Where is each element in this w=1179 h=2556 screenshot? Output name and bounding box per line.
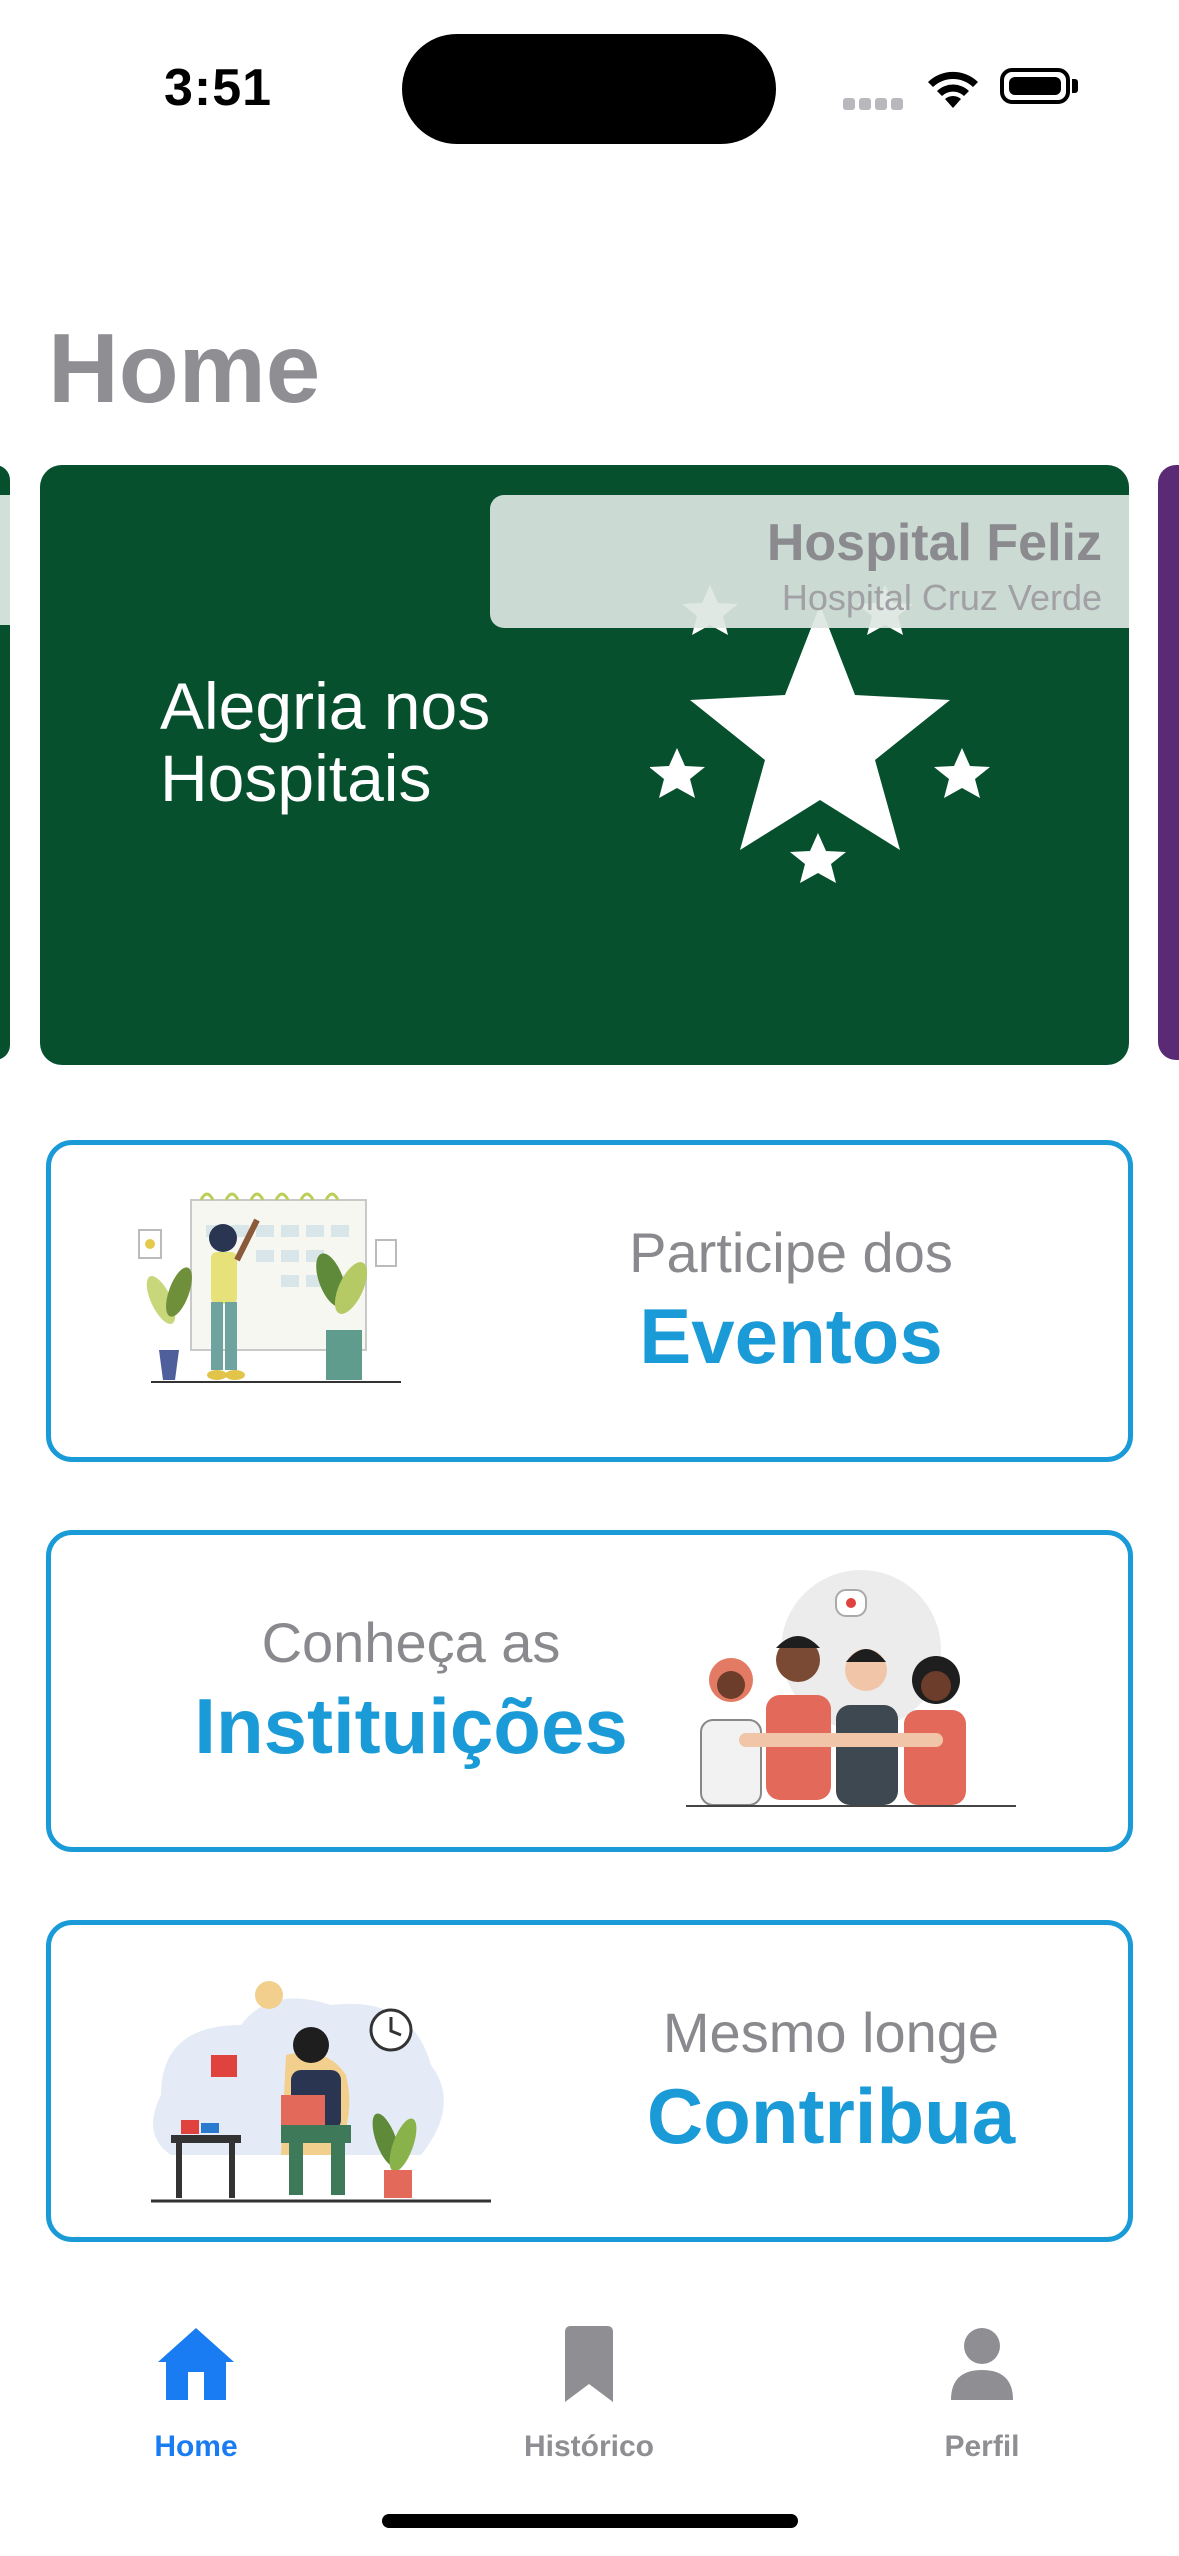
page-title: Home [48,313,321,423]
person-icon [951,2328,1013,2400]
remote-work-illustration [151,1981,491,2203]
carousel-slide[interactable]: Alegria nos Hospitais Hospital Feliz Hos… [40,465,1129,1065]
events-card-caption: Participe dos [629,1221,953,1284]
battery-tip [1072,79,1078,93]
home-indicator [382,2514,798,2528]
slide-title: Hospital Feliz [766,514,1102,572]
events-card-title: Eventos [639,1292,943,1380]
dynamic-island [402,34,776,144]
institutions-card-title: Instituições [194,1682,628,1770]
calendar-illustration [138,1192,401,1383]
institutions-card-text: Conheça as Instituições [161,1610,661,1772]
events-card-text: Participe dos Eventos [541,1220,1041,1382]
bookmark-icon [565,2326,613,2402]
slide-image-text-line2: Hospitais [160,741,432,815]
contribute-card-title: Contribua [646,2072,1016,2160]
tab-profile[interactable]: Perfil [862,2320,1102,2463]
house-icon [158,2328,234,2400]
stars-icon [650,585,990,883]
institutions-card[interactable]: Conheça as Instituições [46,1530,1133,1852]
battery-icon [1000,68,1070,104]
tab-history-label: Histórico [523,2430,655,2463]
events-card[interactable]: Participe dos Eventos [46,1140,1133,1462]
status-time: 3:51 [164,59,273,117]
status-icons [843,62,1083,112]
carousel-peek-left[interactable] [0,465,10,1060]
slide-label: Hospital Feliz Hospital Cruz Verde [490,495,1129,628]
tab-home-label: Home [154,2430,238,2463]
tab-home[interactable]: Home [76,2320,316,2463]
slide-image-text: Alegria nos Hospitais [160,670,490,814]
slide-subtitle: Hospital Cruz Verde [781,577,1102,618]
carousel-peek-right[interactable] [1158,465,1179,1060]
contribute-card-caption: Mesmo longe [662,2001,1000,2064]
contribute-card-text: Mesmo longe Contribua [581,2000,1081,2162]
institutions-card-caption: Conheça as [261,1611,561,1674]
people-illustration [686,1570,1016,1807]
tab-bar: Home Histórico Perfil [0,2300,1179,2520]
wifi-icon [928,71,978,108]
contribute-card[interactable]: Mesmo longe Contribua [46,1920,1133,2242]
slide-image-text-line1: Alegria nos [160,669,491,743]
tab-history[interactable]: Histórico [469,2320,709,2463]
tab-profile-label: Perfil [944,2430,1020,2463]
